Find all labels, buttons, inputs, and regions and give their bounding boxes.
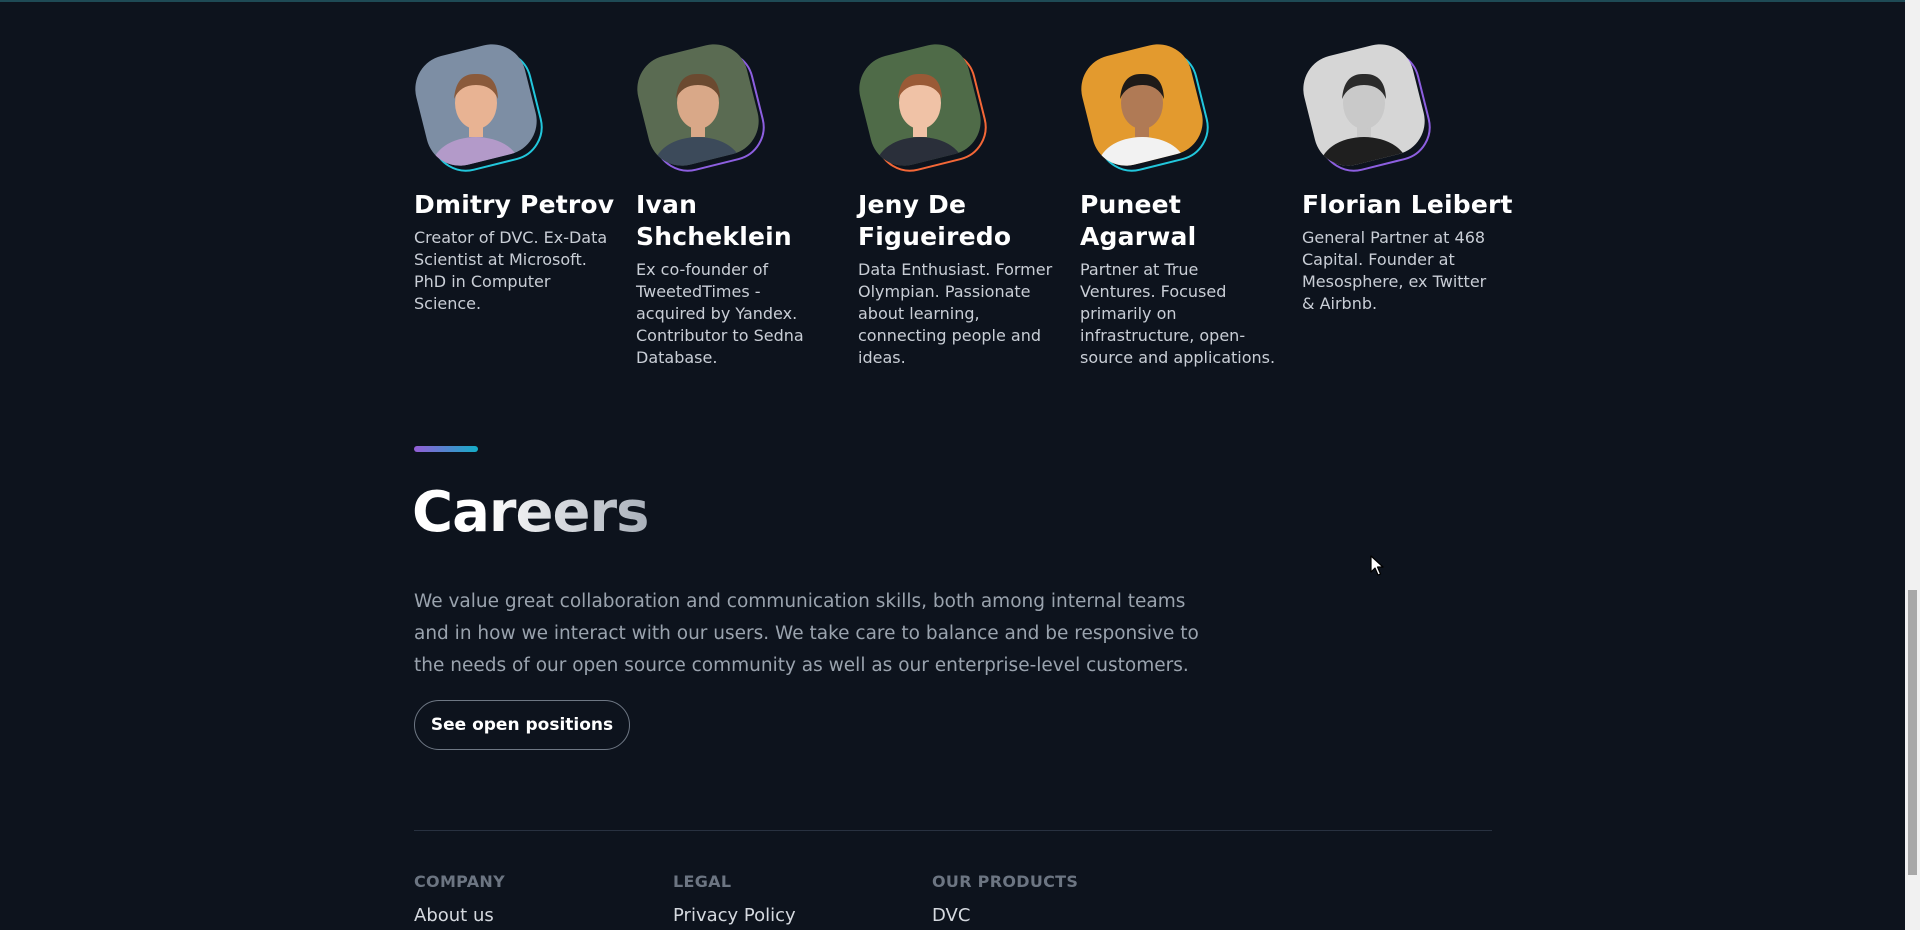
page: Dmitry Petrov Creator of DVC. Ex-Data Sc… bbox=[0, 0, 1920, 930]
footer-heading: OUR PRODUCTS bbox=[932, 872, 1079, 891]
footer-link-about-us[interactable]: About us bbox=[414, 905, 505, 927]
footer-link-dvc[interactable]: DVC bbox=[932, 905, 1078, 927]
see-open-positions-button[interactable]: See open positions bbox=[414, 700, 630, 750]
member-name: Dmitry Petrov bbox=[414, 190, 615, 219]
top-divider bbox=[0, 0, 1905, 2]
section-accent-bar bbox=[414, 446, 478, 452]
footer-divider bbox=[414, 830, 1492, 831]
avatar bbox=[852, 37, 994, 179]
member-name: Puneet Agarwal bbox=[1080, 190, 1197, 251]
member-bio: General Partner at 468 Capital. Founder … bbox=[1302, 228, 1487, 313]
avatar bbox=[1074, 37, 1216, 179]
member-bio: Data Enthusiast. Former Olympian. Passio… bbox=[858, 260, 1053, 367]
team-section: Dmitry Petrov Creator of DVC. Ex-Data Sc… bbox=[408, 37, 1512, 369]
member-name: Florian Leibert bbox=[1302, 190, 1513, 219]
footer-column-company: COMPANY About us bbox=[414, 872, 505, 927]
footer-heading: COMPANY bbox=[414, 872, 505, 891]
team-member: Ivan Shcheklein Ex co-founder of Tweeted… bbox=[630, 37, 858, 369]
team-member: Jeny De Figueiredo Data Enthusiast. Form… bbox=[852, 37, 1080, 369]
footer-column-products: OUR PRODUCTS DVC bbox=[932, 872, 1078, 927]
avatar bbox=[630, 37, 772, 179]
footer-column-legal: LEGAL Privacy Policy bbox=[673, 872, 796, 927]
member-bio: Ex co-founder of TweetedTimes - acquired… bbox=[636, 260, 804, 367]
team-member: Florian Leibert General Partner at 468 C… bbox=[1296, 37, 1524, 369]
footer-link-privacy-policy[interactable]: Privacy Policy bbox=[673, 905, 796, 927]
careers-description: We value great collaboration and communi… bbox=[414, 591, 1199, 676]
careers-title: Careers bbox=[412, 478, 649, 548]
scrollbar-thumb[interactable] bbox=[1908, 590, 1917, 875]
member-bio: Partner at True Ventures. Focused primar… bbox=[1080, 260, 1276, 367]
avatar bbox=[408, 37, 550, 179]
vertical-scrollbar[interactable] bbox=[1905, 0, 1920, 930]
team-member: Dmitry Petrov Creator of DVC. Ex-Data Sc… bbox=[408, 37, 636, 369]
avatar bbox=[1296, 37, 1438, 179]
member-bio: Creator of DVC. Ex-Data Scientist at Mic… bbox=[414, 228, 608, 313]
member-name: Jeny De Figueiredo bbox=[858, 190, 1012, 251]
member-name: Ivan Shcheklein bbox=[636, 190, 792, 251]
team-member: Puneet Agarwal Partner at True Ventures.… bbox=[1074, 37, 1302, 369]
mouse-cursor-icon bbox=[1370, 555, 1384, 576]
footer-heading: LEGAL bbox=[673, 872, 732, 891]
